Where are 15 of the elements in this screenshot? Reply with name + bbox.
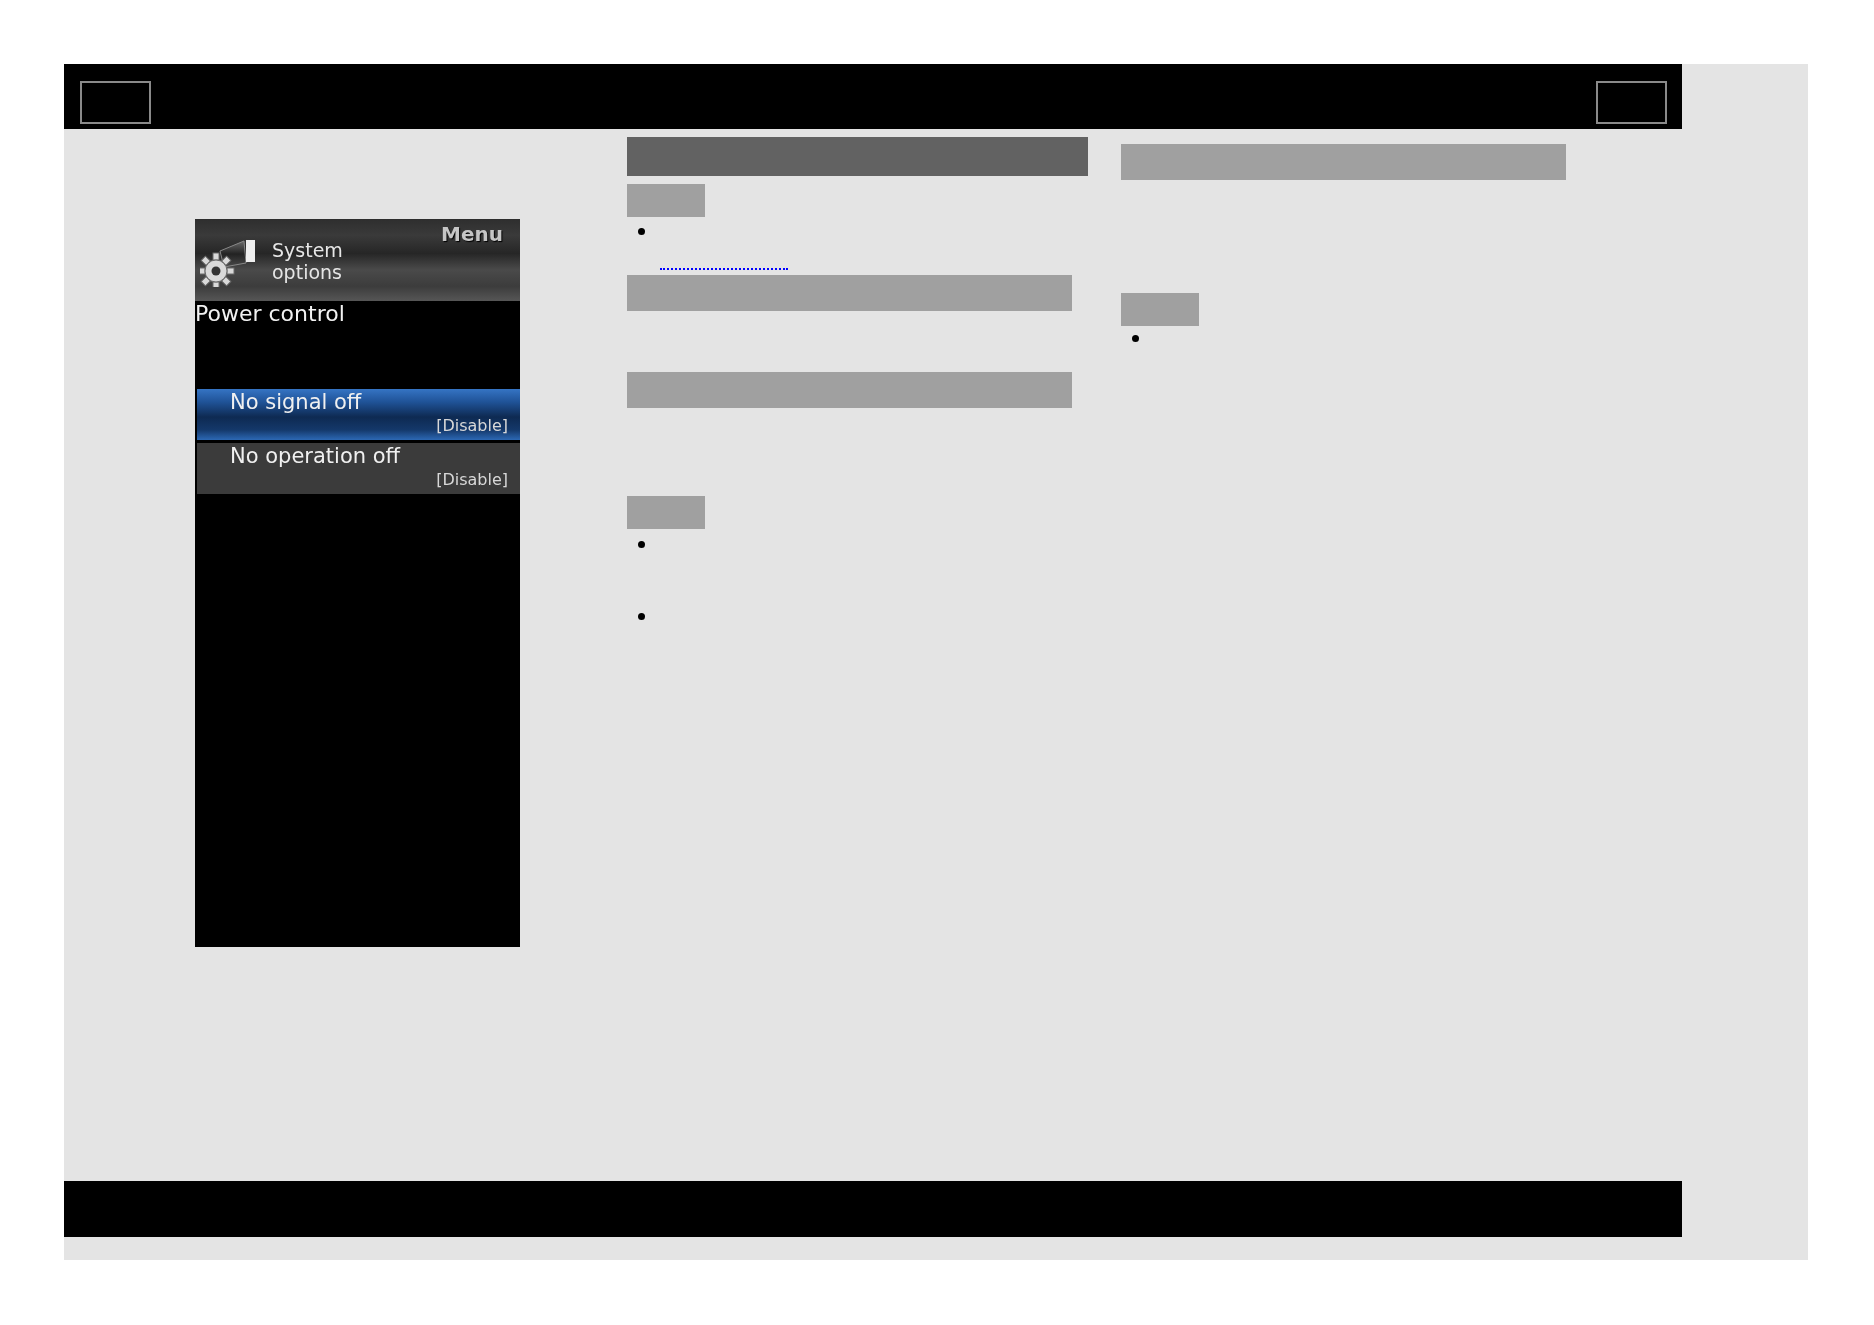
bullet-icon (638, 613, 645, 620)
menu-item[interactable]: No signal off [Disable] (197, 389, 520, 440)
bullet-icon (638, 541, 645, 548)
menu-heading: Power control (195, 301, 346, 327)
category-label: System options (272, 239, 344, 283)
empty-frame (1596, 81, 1667, 124)
bullet-icon (638, 228, 645, 235)
item-value: [Disable] (436, 416, 508, 436)
menu-item[interactable]: No operation off [Disable] (197, 443, 520, 494)
empty-frame (80, 81, 151, 124)
item-label: No signal off (230, 390, 362, 414)
item-value: [Disable] (436, 470, 508, 490)
bullet-icon (1132, 335, 1139, 342)
item-label: No operation off (230, 444, 401, 468)
menu-title: Menu (441, 222, 503, 246)
